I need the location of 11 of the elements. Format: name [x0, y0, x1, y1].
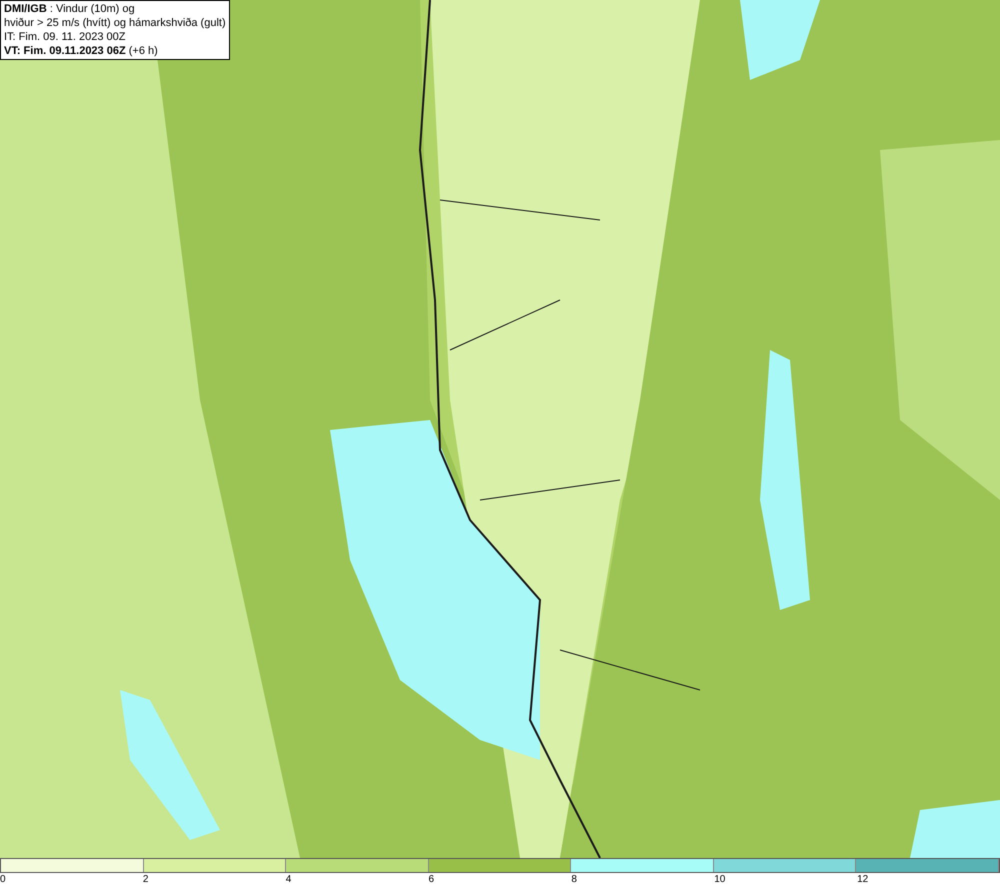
scale-tick-label: 0 — [0, 873, 7, 887]
legend-text: VT: Fim. 09.11.2023 06Z (+6 h) — [4, 44, 159, 58]
scale-tick-label: 4 — [286, 873, 292, 887]
scale-tick-label: 2 — [142, 873, 150, 887]
legend-text: hviður > 25 m/s (hvítt) og hámarkshviða (gult) — [4, 16, 226, 30]
legend-text: IT: Fim. 09. 11. 2023 00Z — [4, 30, 126, 44]
scale-tick-label: 6 — [428, 873, 436, 887]
scale-tick-label: 8 — [571, 873, 578, 887]
scale-tick-label: 10 — [714, 873, 726, 887]
legend-text: DMI/IGB : Vindur (10m) og — [4, 2, 136, 16]
scale-tick-label: 12 — [857, 873, 870, 887]
